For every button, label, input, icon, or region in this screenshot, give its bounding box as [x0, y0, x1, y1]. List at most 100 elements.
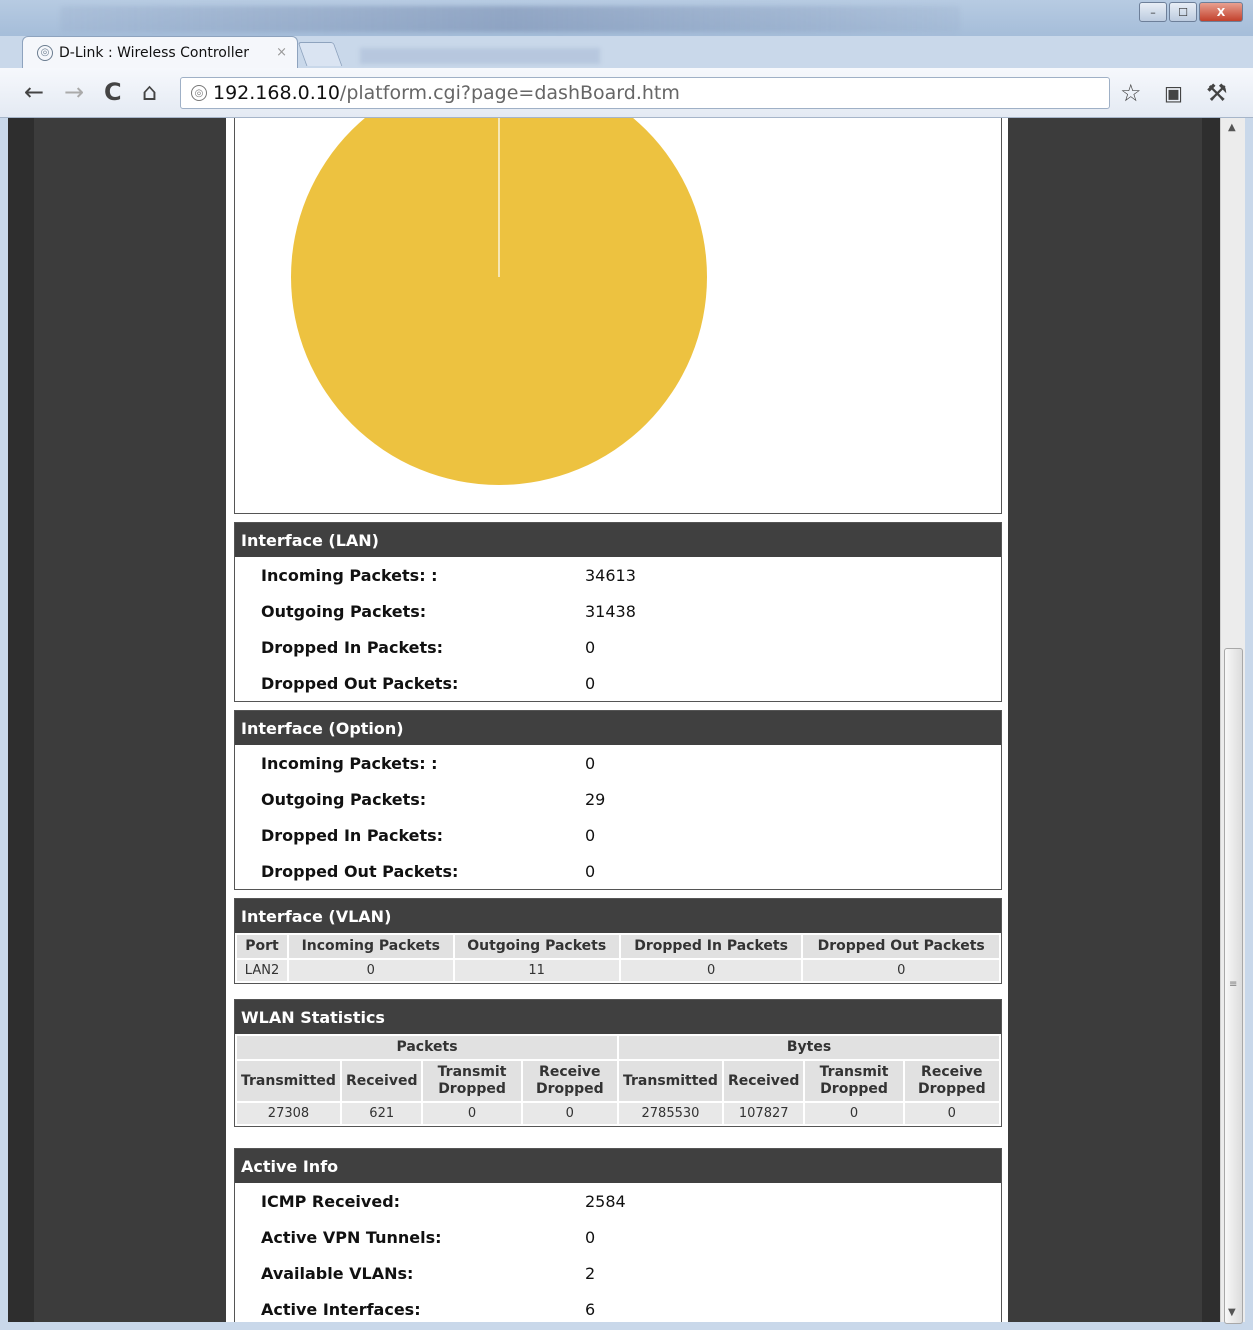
stat-row: Active VPN Tunnels: 0	[235, 1219, 1001, 1255]
table-cell: 11	[452, 958, 621, 983]
table-header-row: Port Incoming Packets Outgoing Packets D…	[235, 933, 1001, 960]
table-cell: 0	[287, 958, 455, 983]
page-viewport: Interface (LAN) Incoming Packets: : 34613…	[8, 118, 1220, 1322]
tab-close-icon[interactable]: ×	[276, 45, 287, 60]
right-column	[1008, 118, 1202, 1322]
table-cell: 27308	[235, 1101, 342, 1126]
panel-title: Interface (VLAN)	[235, 899, 1001, 933]
grip-icon: ≡	[1229, 979, 1238, 990]
maximize-button[interactable]: ☐	[1169, 2, 1197, 22]
stat-label: Dropped Out Packets:	[261, 673, 459, 693]
scrollbar-thumb[interactable]: ≡	[1224, 648, 1243, 1324]
table-cell: 2785530	[616, 1101, 724, 1126]
panel-title: Interface (LAN)	[235, 523, 1001, 557]
table-row: 27308 621 0 0 2785530 107827 0 0	[235, 1101, 1002, 1126]
table-group-row: Packets Bytes	[235, 1034, 1002, 1061]
panel-title: Active Info	[235, 1149, 1001, 1183]
stat-row: Available VLANs: 2	[235, 1255, 1001, 1291]
column-header: Dropped Out Packets	[801, 933, 1001, 960]
column-header: Dropped In Packets	[618, 933, 804, 960]
stat-value: 0	[585, 637, 596, 657]
stat-value: 0	[585, 825, 596, 845]
stat-value: 2	[585, 1263, 596, 1283]
stat-row: Dropped Out Packets: 0	[235, 853, 1001, 889]
stat-row: Incoming Packets: : 0	[235, 745, 1001, 781]
page-info-icon[interactable]: ◎	[191, 85, 207, 101]
panel-title: WLAN Statistics	[235, 1000, 1001, 1034]
column-header: Received	[339, 1059, 424, 1103]
window-titlebar: – ☐ X	[0, 0, 1253, 36]
column-header: Transmitted	[616, 1059, 724, 1103]
table-header-row: Transmitted Received Transmit Dropped Re…	[235, 1059, 1002, 1103]
column-header: Received	[721, 1059, 806, 1103]
home-icon[interactable]: ⌂	[142, 78, 157, 106]
scroll-up-icon[interactable]: ▲	[1228, 122, 1236, 133]
stat-value: 0	[585, 753, 596, 773]
column-header: Receive Dropped	[902, 1059, 1002, 1103]
ie-tab-icon[interactable]: ▣	[1164, 81, 1183, 105]
bookmark-star-icon[interactable]: ☆	[1120, 79, 1142, 107]
table-cell: 0	[618, 958, 804, 983]
stat-label: Incoming Packets: :	[261, 565, 438, 585]
browser-tab[interactable]: ◎ D-Link : Wireless Controller ×	[22, 36, 298, 68]
new-tab-button[interactable]	[297, 42, 343, 66]
address-bar[interactable]: ◎ 192.168.0.10/platform.cgi?page=dashBoa…	[180, 77, 1110, 109]
window-title-blurred	[60, 6, 960, 32]
pie-chart-panel	[234, 118, 1002, 514]
stat-row: Outgoing Packets: 29	[235, 781, 1001, 817]
back-icon[interactable]: ←	[24, 78, 44, 106]
table-cell: 0	[520, 1101, 619, 1126]
stat-value: 0	[585, 861, 596, 881]
close-window-button[interactable]: X	[1199, 2, 1243, 22]
group-header-bytes: Bytes	[616, 1034, 1002, 1061]
stat-row: Incoming Packets: : 34613	[235, 557, 1001, 593]
stat-value: 2584	[585, 1191, 626, 1211]
stat-value: 6	[585, 1299, 596, 1319]
stat-label: Incoming Packets: :	[261, 753, 438, 773]
stat-value: 31438	[585, 601, 636, 621]
pie-chart	[291, 118, 707, 485]
stat-row: Dropped In Packets: 0	[235, 817, 1001, 853]
table-cell: 0	[803, 1101, 905, 1126]
stat-row: Active Interfaces: 6	[235, 1291, 1001, 1322]
minimize-button[interactable]: –	[1139, 2, 1167, 22]
group-header-packets: Packets	[235, 1034, 619, 1061]
column-header: Transmit Dropped	[803, 1059, 905, 1103]
column-header: Transmitted	[235, 1059, 342, 1103]
stat-value: 29	[585, 789, 606, 809]
stat-value: 0	[585, 673, 596, 693]
stat-label: Dropped Out Packets:	[261, 861, 459, 881]
stat-row: Dropped Out Packets: 0	[235, 665, 1001, 701]
vlan-table: Port Incoming Packets Outgoing Packets D…	[235, 933, 1001, 983]
stat-row: Outgoing Packets: 31438	[235, 593, 1001, 629]
table-cell: 107827	[721, 1101, 806, 1126]
table-row: LAN2 0 11 0 0	[235, 958, 1001, 983]
stat-label: Active Interfaces:	[261, 1299, 421, 1319]
column-header: Transmit Dropped	[421, 1059, 523, 1103]
table-cell: 621	[339, 1101, 424, 1126]
table-cell: LAN2	[235, 958, 289, 983]
stat-label: ICMP Received:	[261, 1191, 401, 1211]
column-header: Outgoing Packets	[452, 933, 621, 960]
wlan-statistics-panel: WLAN Statistics Packets Bytes Transmitte…	[234, 999, 1002, 1127]
tab-title: D-Link : Wireless Controller	[59, 44, 250, 61]
stat-value: 0	[585, 1227, 596, 1247]
stat-row: Dropped In Packets: 0	[235, 629, 1001, 665]
url-path: /platform.cgi?page=dashBoard.htm	[339, 82, 680, 104]
stat-label: Available VLANs:	[261, 1263, 414, 1283]
forward-icon[interactable]: →	[64, 78, 84, 106]
stat-label: Dropped In Packets:	[261, 825, 444, 845]
stat-label: Outgoing Packets:	[261, 789, 427, 809]
stat-label: Active VPN Tunnels:	[261, 1227, 442, 1247]
stat-label: Dropped In Packets:	[261, 637, 444, 657]
table-cell: 0	[421, 1101, 523, 1126]
dashboard-content: Interface (LAN) Incoming Packets: : 34613…	[226, 118, 1008, 1322]
window-controls: – ☐ X	[1137, 2, 1243, 22]
vertical-scrollbar[interactable]: ▲ ≡ ▼	[1220, 118, 1245, 1324]
stat-value: 34613	[585, 565, 636, 585]
wlan-table: Packets Bytes Transmitted Received Trans…	[235, 1034, 1002, 1126]
scroll-down-icon[interactable]: ▼	[1228, 1307, 1236, 1318]
reload-icon[interactable]: C	[104, 78, 122, 106]
wrench-icon[interactable]: ⚒	[1206, 79, 1228, 107]
stat-label: Outgoing Packets:	[261, 601, 427, 621]
